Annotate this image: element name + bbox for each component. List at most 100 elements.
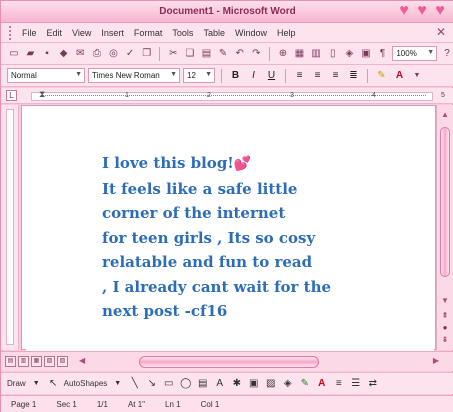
font-color-icon[interactable]: A	[392, 68, 407, 83]
chevron-down-icon[interactable]: ▼	[410, 69, 424, 83]
arrow-style-icon[interactable]: ⇄	[366, 378, 379, 389]
ruler-number: 5	[441, 92, 445, 99]
scroll-thumb[interactable]	[440, 127, 450, 277]
font-size-dropdown[interactable]: 12 ▼	[183, 68, 215, 83]
align-right-icon[interactable]: ≡	[328, 68, 343, 83]
draw-menu[interactable]: Draw	[7, 379, 26, 388]
align-center-icon[interactable]: ≡	[310, 68, 325, 83]
format-painter-icon[interactable]: ✎	[216, 47, 230, 61]
menu-table[interactable]: Table	[198, 28, 230, 38]
dash-style-icon[interactable]: ☰	[349, 378, 362, 389]
show-hide-icon[interactable]: ¶	[376, 47, 390, 61]
spelling-icon[interactable]: ✓	[123, 47, 137, 61]
line-icon[interactable]: ╲	[128, 378, 141, 389]
web-layout-view-icon[interactable]: ▥	[18, 356, 29, 367]
clip-art-icon[interactable]: ▣	[247, 378, 260, 389]
select-browse-object-icon[interactable]: ●	[440, 323, 450, 333]
print-preview-icon[interactable]: ◎	[107, 47, 121, 61]
scroll-left-icon[interactable]: ◀	[79, 356, 85, 365]
paste-icon[interactable]: ▤	[200, 47, 214, 61]
menu-edit[interactable]: Edit	[42, 28, 68, 38]
menu-view[interactable]: View	[67, 28, 96, 38]
menu-file[interactable]: File	[17, 28, 42, 38]
font-size-value: 12	[187, 71, 196, 80]
scroll-down-icon[interactable]: ▼	[439, 295, 451, 307]
horizontal-scrollbar[interactable]: ◀ ▶	[79, 356, 439, 368]
align-left-icon[interactable]: ≡	[292, 68, 307, 83]
cut-icon[interactable]: ✂	[166, 47, 180, 61]
close-document-icon[interactable]: ✕	[436, 25, 446, 39]
font-dropdown[interactable]: Times New Roman ▼	[88, 68, 180, 83]
research-icon[interactable]: ❐	[140, 47, 154, 61]
chevron-down-icon: ▼	[114, 380, 122, 387]
bold-button[interactable]: B	[228, 68, 243, 83]
minimize-heart-icon[interactable]: ♥	[396, 3, 412, 19]
previous-page-icon[interactable]: ⇞	[440, 311, 450, 321]
picture-icon[interactable]: ▨	[264, 378, 277, 389]
scroll-right-icon[interactable]: ▶	[433, 356, 439, 365]
normal-view-icon[interactable]: ▤	[5, 356, 16, 367]
menu-insert[interactable]: Insert	[96, 28, 129, 38]
undo-icon[interactable]: ↶	[233, 47, 247, 61]
menu-tools[interactable]: Tools	[167, 28, 198, 38]
rectangle-icon[interactable]: ▭	[162, 378, 175, 389]
italic-button[interactable]: I	[246, 68, 261, 83]
scroll-up-icon[interactable]: ▲	[439, 109, 451, 121]
horizontal-ruler: L ⧗ 1 2 3 4 5	[1, 88, 453, 104]
tab-selector-icon[interactable]: L	[6, 90, 17, 101]
arrow-icon[interactable]: ↘	[145, 378, 158, 389]
style-dropdown[interactable]: Normal ▼	[7, 68, 85, 83]
toolbar-separator	[367, 68, 368, 83]
tables-icon[interactable]: ▦	[293, 47, 307, 61]
hyperlink-icon[interactable]: ⊕	[276, 47, 290, 61]
chevron-down-icon: ▼	[205, 71, 212, 78]
diagram-icon[interactable]: ✱	[230, 378, 243, 389]
line-style-icon[interactable]: ≡	[332, 378, 345, 389]
columns-icon[interactable]: ▯	[326, 47, 340, 61]
justify-icon[interactable]: ≣	[346, 68, 361, 83]
status-bar: Page 1 Sec 1 1/1 At 1" Ln 1 Col 1	[1, 395, 453, 412]
indent-marker-icon[interactable]: ⧗	[39, 89, 45, 100]
document-text[interactable]: I love this blog!💕 It feels like a safe …	[102, 151, 432, 324]
new-document-icon[interactable]: ▭	[7, 47, 21, 61]
help-icon[interactable]: ?	[440, 47, 453, 61]
oval-icon[interactable]: ◯	[179, 378, 192, 389]
print-layout-view-icon[interactable]: ▦	[31, 356, 42, 367]
zoom-dropdown[interactable]: 100% ▼	[392, 46, 438, 61]
insert-table-icon[interactable]: ▥	[309, 47, 323, 61]
toolbar-separator	[269, 46, 271, 61]
vertical-ruler-bar[interactable]	[6, 109, 14, 345]
email-icon[interactable]: ✉	[73, 47, 87, 61]
text-line: , I already cant wait for the	[102, 277, 332, 296]
next-page-icon[interactable]: ⇟	[440, 335, 450, 345]
redo-icon[interactable]: ↷	[250, 47, 264, 61]
menu-window[interactable]: Window	[230, 28, 272, 38]
line-color-icon[interactable]: ✎	[298, 378, 311, 389]
text-box-icon[interactable]: ▤	[196, 378, 209, 389]
open-folder-icon[interactable]: ▰	[24, 47, 38, 61]
menu-help[interactable]: Help	[272, 28, 301, 38]
ruler-number: 1	[125, 92, 129, 99]
save-icon[interactable]: ▪	[40, 47, 54, 61]
wordart-icon[interactable]: A	[213, 378, 226, 389]
reading-layout-view-icon[interactable]: ▨	[57, 356, 68, 367]
menu-format[interactable]: Format	[129, 28, 168, 38]
highlight-icon[interactable]: ✎	[374, 68, 389, 83]
title-bar[interactable]: Document1 - Microsoft Word ♥ ♥ ♥	[1, 1, 453, 23]
copy-icon[interactable]: ❏	[183, 47, 197, 61]
outline-view-icon[interactable]: ▧	[44, 356, 55, 367]
print-icon[interactable]: ⎙	[90, 47, 104, 61]
fill-color-icon[interactable]: ◈	[281, 378, 294, 389]
select-objects-icon[interactable]: ↖	[47, 378, 60, 389]
permission-icon[interactable]: ◆	[57, 47, 71, 61]
horizontal-scroll-thumb[interactable]	[139, 356, 319, 368]
font-color-icon[interactable]: A	[315, 378, 328, 389]
autoshapes-menu[interactable]: AutoShapes	[64, 379, 108, 388]
underline-button[interactable]: U	[264, 68, 279, 83]
document-map-icon[interactable]: ▣	[359, 47, 373, 61]
drawing-icon[interactable]: ◈	[343, 47, 357, 61]
vertical-scrollbar[interactable]: ▲ ▼ ⇞ ● ⇟	[436, 105, 453, 350]
maximize-heart-icon[interactable]: ♥	[414, 3, 430, 19]
document-area[interactable]: I love this blog!💕 It feels like a safe …	[21, 105, 436, 351]
close-heart-icon[interactable]: ♥	[432, 3, 448, 19]
